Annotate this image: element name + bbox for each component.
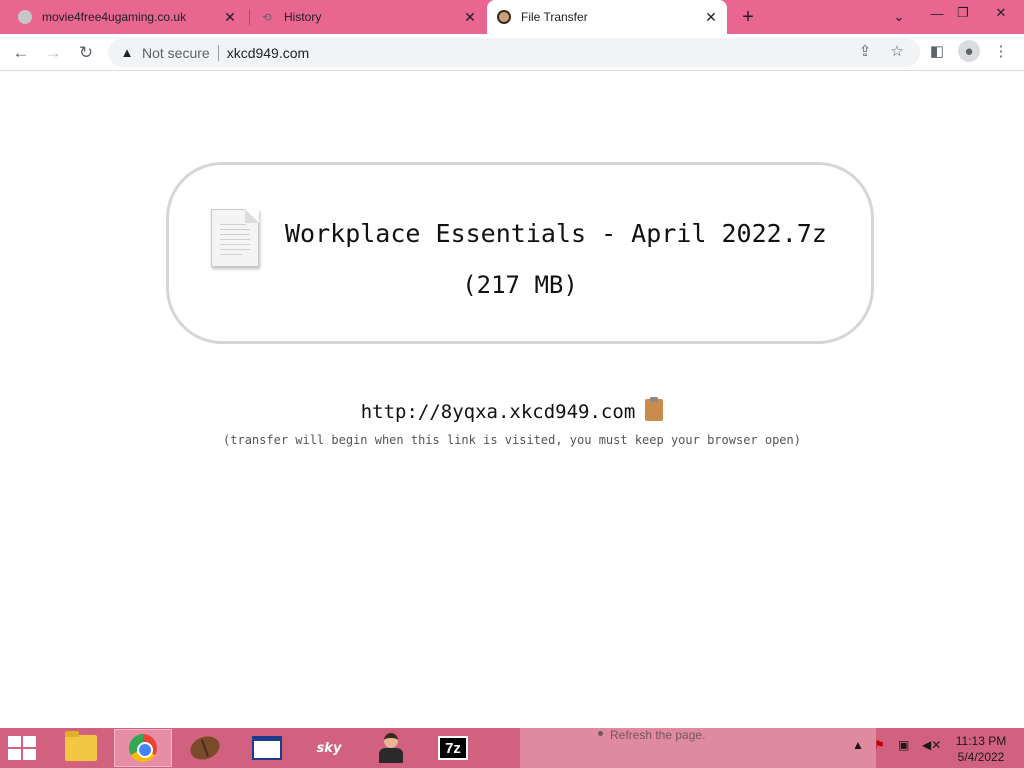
tab-file-transfer[interactable]: File Transfer ✕ bbox=[487, 0, 727, 34]
tab-history[interactable]: ⟲ History ✕ bbox=[250, 0, 486, 34]
taskbar-7zip[interactable]: 7z bbox=[424, 729, 482, 767]
clock-date: 5/4/2022 bbox=[957, 750, 1005, 764]
reload-button[interactable]: ↻ bbox=[73, 40, 99, 66]
page-content: Workplace Essentials - April 2022.7z (21… bbox=[0, 71, 1024, 728]
transfer-link[interactable]: http://8yqxa.xkcd949.com bbox=[361, 401, 636, 423]
close-icon[interactable]: ✕ bbox=[220, 7, 240, 27]
bullet-icon bbox=[598, 731, 603, 736]
taskbar-chrome[interactable] bbox=[114, 729, 172, 767]
history-icon: ⟲ bbox=[262, 11, 272, 24]
share-icon[interactable]: ⇪ bbox=[854, 40, 876, 62]
window-icon bbox=[252, 736, 282, 760]
warning-icon[interactable]: ▲ bbox=[120, 45, 134, 60]
tab-title: History bbox=[284, 10, 322, 24]
new-tab-button[interactable]: + bbox=[736, 5, 760, 29]
address-bar[interactable]: ▲ Not secure xkcd949.com bbox=[108, 38, 920, 67]
volume-muted-icon[interactable]: ◀✕ bbox=[922, 738, 941, 752]
7zip-icon: 7z bbox=[438, 736, 468, 760]
file-card: Workplace Essentials - April 2022.7z (21… bbox=[166, 162, 874, 344]
close-window-button[interactable]: ✕ bbox=[984, 0, 1018, 26]
tab-title: movie4free4ugaming.co.uk bbox=[42, 10, 187, 24]
taskbar-sky-app[interactable]: sky bbox=[300, 729, 358, 767]
taskbar: Refresh the page. sky 7z ▲ ⚑ ▣ ◀✕ 11:13 … bbox=[0, 728, 1024, 768]
close-icon[interactable]: ✕ bbox=[460, 7, 480, 27]
tab-title: File Transfer bbox=[521, 10, 588, 24]
sky-icon: sky bbox=[316, 740, 342, 756]
folder-icon bbox=[65, 731, 97, 761]
system-clock[interactable]: 11:13 PM 5/4/2022 bbox=[946, 733, 1016, 765]
taskbar-file-explorer[interactable] bbox=[52, 729, 110, 767]
browser-toolbar: ← → ↻ ▲ Not secure xkcd949.com ⇪ ☆ ◧ ● ⋮ bbox=[0, 34, 1024, 71]
bookmark-star-icon[interactable]: ☆ bbox=[886, 40, 908, 62]
close-icon[interactable]: ✕ bbox=[701, 7, 721, 27]
taskbar-window-app[interactable] bbox=[238, 729, 296, 767]
security-label[interactable]: Not secure bbox=[142, 45, 210, 61]
file-name: Workplace Essentials - April 2022.7z bbox=[285, 219, 827, 248]
menu-icon[interactable]: ⋮ bbox=[990, 40, 1012, 62]
chrome-icon bbox=[129, 734, 157, 762]
globe-icon bbox=[18, 10, 32, 24]
tab-search-button[interactable]: ⌄ bbox=[882, 4, 916, 30]
back-button[interactable]: ← bbox=[8, 40, 34, 66]
side-panel-icon[interactable]: ◧ bbox=[926, 40, 948, 62]
url-text[interactable]: xkcd949.com bbox=[227, 45, 309, 61]
tab-strip: movie4free4ugaming.co.uk ✕ ⟲ History ✕ F… bbox=[0, 0, 1024, 34]
file-size: (217 MB) bbox=[462, 271, 578, 299]
transfer-note: (transfer will begin when this link is v… bbox=[223, 433, 801, 447]
taskbar-person-app[interactable] bbox=[362, 729, 420, 767]
action-center-flag-icon[interactable]: ⚑ bbox=[874, 738, 885, 752]
transfer-link-row: http://8yqxa.xkcd949.com bbox=[0, 397, 1024, 423]
profile-avatar-icon[interactable]: ● bbox=[958, 40, 980, 62]
person-icon bbox=[378, 733, 404, 763]
tray-expand-icon[interactable]: ▲ bbox=[852, 738, 864, 752]
start-button[interactable] bbox=[8, 736, 38, 760]
forward-button[interactable]: → bbox=[40, 40, 66, 66]
document-icon bbox=[211, 209, 259, 267]
network-icon[interactable]: ▣ bbox=[898, 738, 909, 752]
clock-time: 11:13 PM bbox=[955, 734, 1007, 748]
taskbar-coffee-bean[interactable] bbox=[176, 729, 234, 767]
clipboard-icon[interactable] bbox=[645, 397, 664, 421]
restore-button[interactable]: ❐ bbox=[946, 0, 980, 26]
pug-icon bbox=[497, 10, 511, 24]
omnibox-divider bbox=[217, 44, 219, 61]
coffee-bean-icon bbox=[187, 732, 223, 764]
ghost-text: Refresh the page. bbox=[610, 728, 706, 742]
tab-movie4free[interactable]: movie4free4ugaming.co.uk ✕ bbox=[8, 0, 246, 34]
